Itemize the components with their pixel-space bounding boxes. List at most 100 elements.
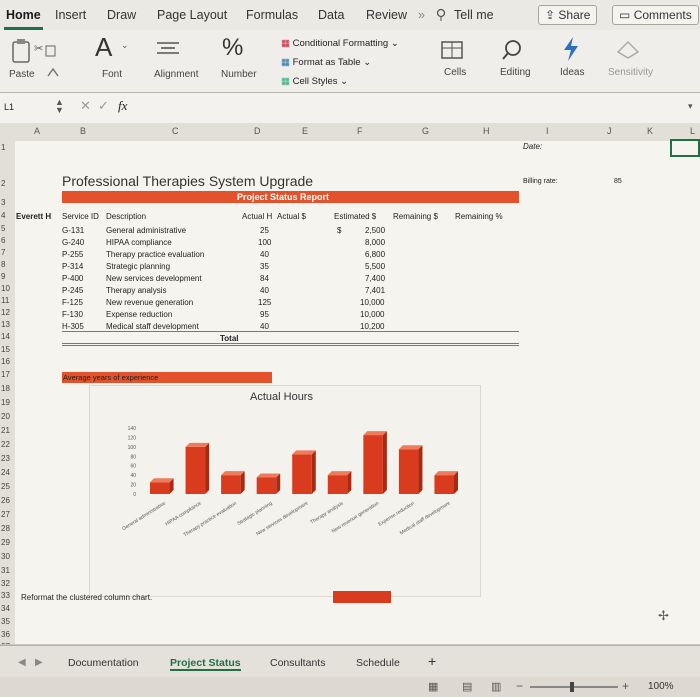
comments-button[interactable]: ▭ Comments bbox=[612, 5, 699, 25]
sheet-tab-schedule[interactable]: Schedule bbox=[356, 657, 400, 669]
chart-bar[interactable] bbox=[434, 471, 458, 494]
row-header[interactable]: 18 bbox=[1, 384, 10, 393]
row-header[interactable]: 16 bbox=[1, 357, 10, 366]
sheet-tab-consultants[interactable]: Consultants bbox=[270, 657, 325, 669]
page-layout-view-icon[interactable]: ▤ bbox=[462, 680, 472, 693]
zoom-slider[interactable] bbox=[530, 686, 618, 688]
row-header[interactable]: 1 bbox=[1, 143, 5, 152]
row-header[interactable]: 20 bbox=[1, 412, 10, 421]
row-header[interactable]: 5 bbox=[1, 224, 5, 233]
chart-area[interactable]: Actual Hours 140 120 100 80 60 40 20 0 General a… bbox=[89, 385, 481, 597]
row-header[interactable]: 24 bbox=[1, 468, 10, 477]
tab-data[interactable]: Data bbox=[318, 8, 344, 22]
chart-bar[interactable] bbox=[327, 471, 352, 494]
row-header[interactable]: 10 bbox=[1, 284, 10, 293]
row-header[interactable]: 31 bbox=[1, 566, 10, 575]
row-header[interactable]: 30 bbox=[1, 552, 10, 561]
prev-sheet-icon[interactable]: ◀ bbox=[18, 657, 26, 668]
sheet-tab-documentation[interactable]: Documentation bbox=[68, 657, 139, 669]
function-icon[interactable]: fx bbox=[118, 98, 127, 114]
conditional-formatting-button[interactable]: ▦ Conditional Formatting ⌄ bbox=[281, 34, 399, 53]
name-box[interactable]: L1 bbox=[4, 102, 14, 112]
row-header[interactable]: 34 bbox=[1, 604, 10, 613]
column-header[interactable]: I bbox=[546, 126, 549, 136]
cells-icon[interactable] bbox=[440, 40, 466, 62]
row-header[interactable]: 32 bbox=[1, 579, 10, 588]
red-shape[interactable] bbox=[333, 591, 391, 603]
column-header[interactable]: L bbox=[690, 126, 695, 136]
format-painter-icon[interactable] bbox=[46, 66, 60, 80]
sensitivity-icon[interactable] bbox=[614, 38, 644, 60]
chart-bar[interactable] bbox=[185, 442, 210, 494]
row-header[interactable]: 29 bbox=[1, 538, 10, 547]
format-as-table-button[interactable]: ▦ Format as Table ⌄ bbox=[281, 53, 399, 72]
font-dropdown-icon[interactable]: ⌄ bbox=[121, 40, 129, 51]
row-header[interactable]: 14 bbox=[1, 332, 10, 341]
next-sheet-icon[interactable]: ▶ bbox=[35, 657, 43, 668]
chart-bar[interactable] bbox=[292, 450, 316, 494]
cancel-icon[interactable]: ✕ bbox=[80, 98, 91, 114]
column-header[interactable]: D bbox=[254, 126, 261, 136]
row-header[interactable]: 22 bbox=[1, 440, 10, 449]
column-header[interactable]: K bbox=[647, 126, 653, 136]
font-icon[interactable]: A bbox=[95, 32, 112, 63]
row-header[interactable]: 15 bbox=[1, 345, 10, 354]
paste-icon[interactable]: ✂ bbox=[10, 38, 65, 66]
row-header[interactable]: 2 bbox=[1, 179, 5, 188]
tab-formulas[interactable]: Formulas bbox=[246, 8, 298, 22]
row-header[interactable]: 28 bbox=[1, 524, 10, 533]
search-icon[interactable] bbox=[500, 38, 526, 62]
row-header[interactable]: 9 bbox=[1, 272, 5, 281]
chart-bar[interactable] bbox=[398, 445, 423, 494]
zoom-out-button[interactable]: − bbox=[516, 679, 523, 693]
tell-me-label[interactable]: Tell me bbox=[454, 8, 494, 22]
add-sheet-button[interactable]: + bbox=[428, 653, 436, 669]
tab-page-layout[interactable]: Page Layout bbox=[157, 8, 227, 22]
row-header[interactable]: 36 bbox=[1, 630, 10, 639]
tell-me-icon[interactable] bbox=[436, 8, 446, 22]
name-box-spinner-icon[interactable]: ▲ ▼ bbox=[55, 98, 64, 115]
row-header[interactable]: 26 bbox=[1, 496, 10, 505]
row-header[interactable]: 17 bbox=[1, 370, 10, 379]
page-break-view-icon[interactable]: ▥ bbox=[491, 680, 501, 693]
row-header[interactable]: 21 bbox=[1, 426, 10, 435]
column-header[interactable]: H bbox=[483, 126, 490, 136]
percent-icon[interactable]: % bbox=[222, 34, 243, 62]
row-header[interactable]: 35 bbox=[1, 617, 10, 626]
row-header[interactable]: 4 bbox=[1, 211, 5, 220]
sheet-tab-project-status[interactable]: Project Status bbox=[170, 657, 241, 671]
column-header[interactable]: G bbox=[422, 126, 429, 136]
column-header[interactable]: A bbox=[34, 126, 40, 136]
column-header[interactable]: E bbox=[302, 126, 308, 136]
alignment-icon[interactable] bbox=[155, 40, 185, 58]
row-header[interactable]: 12 bbox=[1, 308, 10, 317]
column-header[interactable]: J bbox=[607, 126, 612, 136]
confirm-icon[interactable]: ✓ bbox=[98, 98, 109, 114]
chart-bar[interactable] bbox=[363, 431, 387, 494]
row-header[interactable]: 8 bbox=[1, 260, 5, 269]
tab-home[interactable]: Home bbox=[4, 8, 43, 30]
row-header[interactable]: 6 bbox=[1, 236, 5, 245]
tab-insert[interactable]: Insert bbox=[55, 8, 86, 22]
row-header[interactable]: 23 bbox=[1, 454, 10, 463]
row-header[interactable]: 27 bbox=[1, 510, 10, 519]
row-header[interactable]: 13 bbox=[1, 320, 10, 329]
cell-styles-button[interactable]: ▦ Cell Styles ⌄ bbox=[281, 72, 399, 91]
zoom-in-button[interactable]: + bbox=[622, 679, 629, 693]
worksheet-grid[interactable]: Date: Billing rate: 85 Professional Ther… bbox=[15, 139, 700, 644]
zoom-slider-thumb[interactable] bbox=[570, 682, 574, 692]
row-header[interactable]: 33 bbox=[1, 591, 10, 600]
chart-bar[interactable] bbox=[256, 473, 281, 495]
row-header[interactable]: 25 bbox=[1, 482, 10, 491]
chart-bar[interactable] bbox=[150, 478, 174, 494]
row-header[interactable]: 3 bbox=[1, 198, 5, 207]
chart-bar[interactable] bbox=[221, 471, 245, 494]
column-header[interactable]: B bbox=[80, 126, 86, 136]
ideas-icon[interactable] bbox=[561, 36, 581, 62]
row-header[interactable]: 19 bbox=[1, 398, 10, 407]
share-button[interactable]: ⇪ Share bbox=[538, 5, 598, 25]
zoom-level[interactable]: 100% bbox=[648, 681, 674, 692]
column-header[interactable]: C bbox=[172, 126, 179, 136]
tab-review[interactable]: Review bbox=[366, 8, 407, 22]
row-header[interactable]: 11 bbox=[1, 296, 9, 305]
